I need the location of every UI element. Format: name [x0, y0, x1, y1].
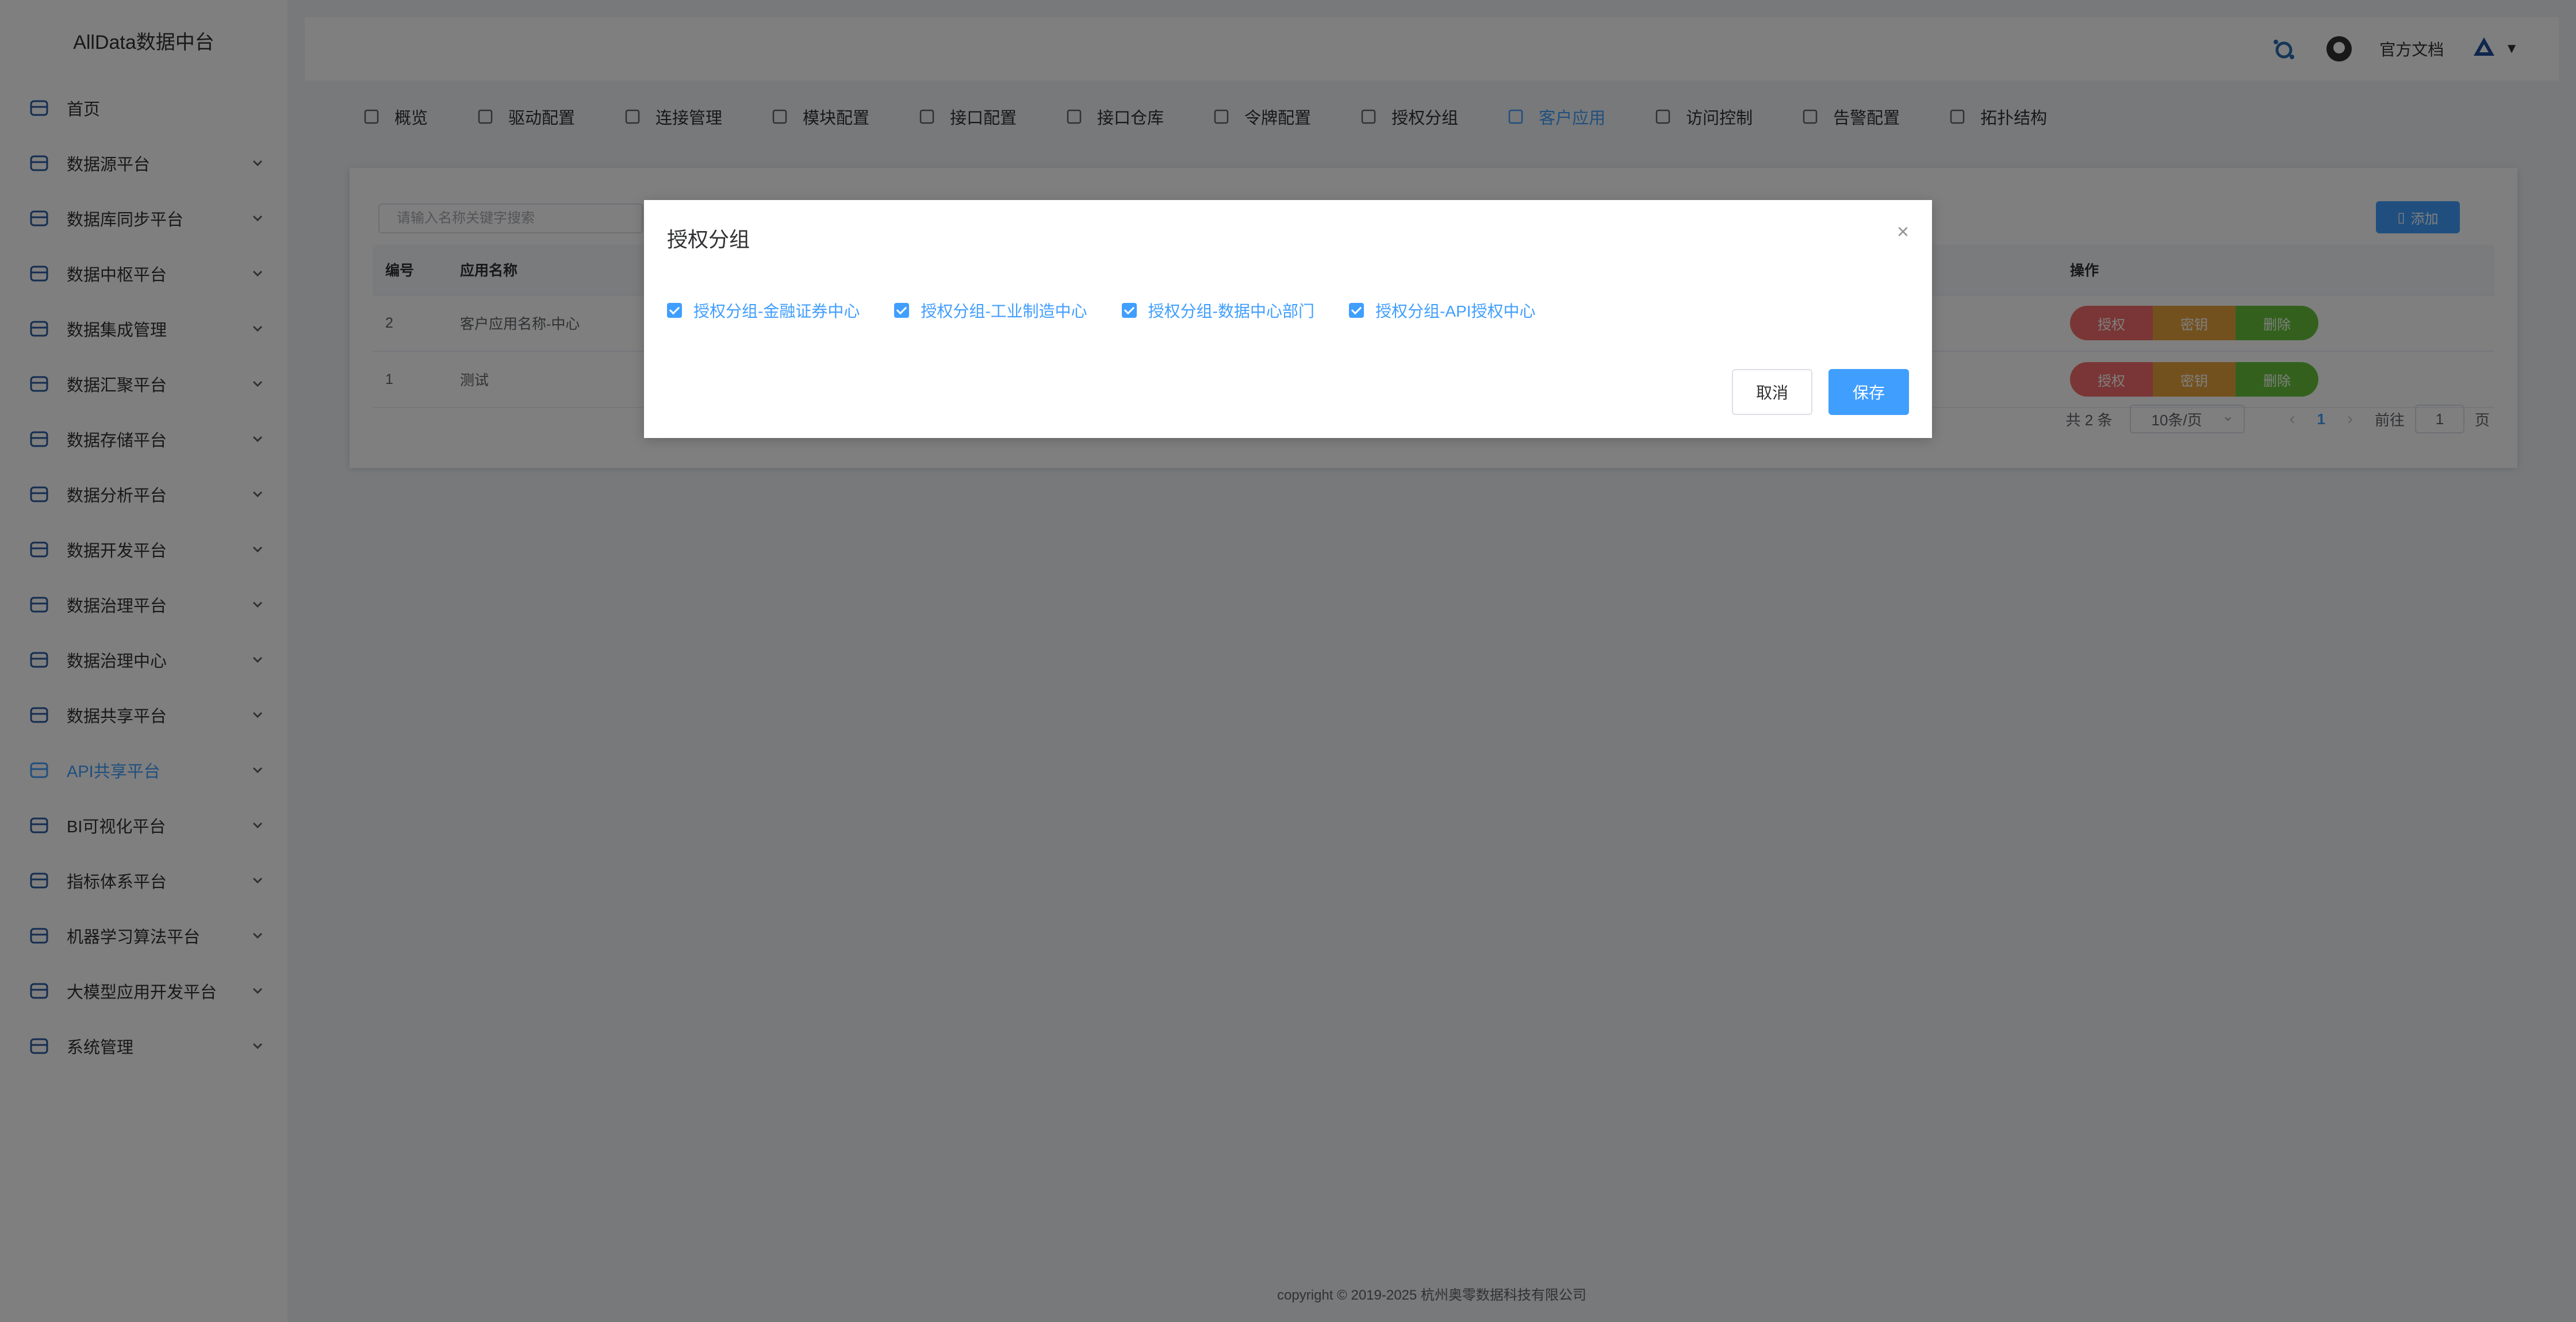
checkbox-label: 授权分组-金融证券中心 [693, 302, 860, 320]
dialog-title: 授权分组 [667, 228, 750, 251]
auth-group-checkbox[interactable]: 授权分组-API授权中心 [1348, 299, 1536, 322]
checkbox-label: 授权分组-数据中心部门 [1148, 302, 1314, 320]
checkbox-checked-icon[interactable] [1348, 303, 1364, 318]
save-button[interactable]: 保存 [1828, 369, 1909, 415]
auth-group-options: 授权分组-金融证券中心 授权分组-工业制造中心 授权分组-数据中心部门 授权分组-AP… [667, 299, 1570, 322]
cancel-button[interactable]: 取消 [1732, 369, 1812, 415]
auth-group-checkbox[interactable]: 授权分组-数据中心部门 [1121, 299, 1314, 322]
checkbox-label: 授权分组-API授权中心 [1375, 302, 1536, 320]
auth-group-dialog: 授权分组 × 授权分组-金融证券中心 授权分组-工业制造中心 授权分组-数据中心部门… [644, 200, 1932, 438]
checkbox-checked-icon[interactable] [1121, 303, 1137, 318]
checkbox-checked-icon[interactable] [667, 303, 682, 318]
modal-overlay[interactable] [0, 0, 2576, 1322]
close-icon[interactable]: × [1897, 220, 1909, 244]
checkbox-checked-icon[interactable] [894, 303, 910, 318]
auth-group-checkbox[interactable]: 授权分组-金融证券中心 [667, 299, 860, 322]
auth-group-checkbox[interactable]: 授权分组-工业制造中心 [894, 299, 1087, 322]
checkbox-label: 授权分组-工业制造中心 [921, 302, 1087, 320]
